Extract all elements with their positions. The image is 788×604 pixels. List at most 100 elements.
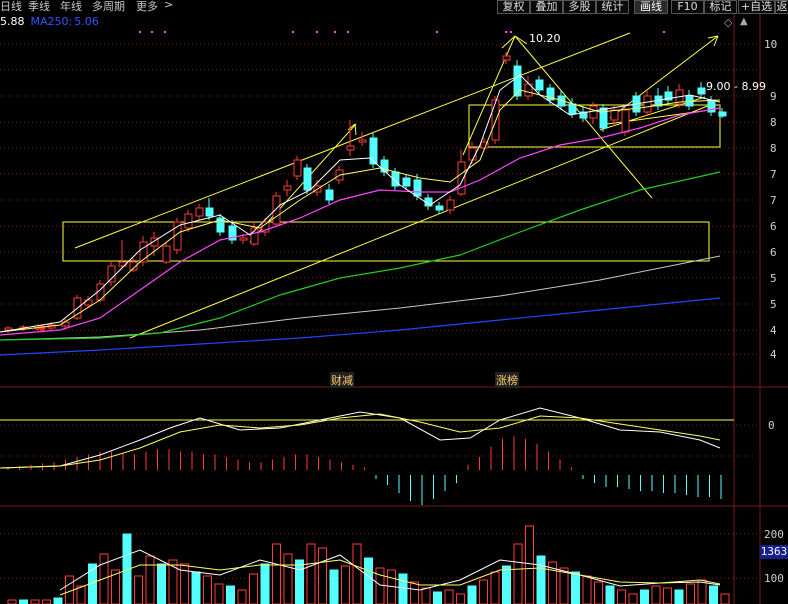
macd-tick-0: 0 <box>768 419 775 432</box>
candle-body <box>697 87 706 95</box>
volume-bar <box>628 593 638 604</box>
candle-body <box>195 207 204 217</box>
volume-tick-100: 100 <box>764 572 784 585</box>
candle-body <box>513 65 522 97</box>
candle-body <box>413 179 422 197</box>
candle-body <box>535 79 544 91</box>
price-tick-4b: 4 <box>770 348 777 361</box>
volume-bar <box>329 569 339 604</box>
price-tick-8a: 8 <box>770 116 777 129</box>
candle-body <box>184 213 193 229</box>
macd-dea-line <box>0 413 721 469</box>
volume-bar <box>686 583 695 604</box>
volume-bar <box>525 525 534 604</box>
candle-body <box>107 265 116 283</box>
volume-bar <box>375 567 385 604</box>
event-tag-caijian[interactable]: 财减 <box>330 372 354 388</box>
volume-bar <box>157 563 166 604</box>
price-tick-7a: 7 <box>770 168 777 181</box>
candle-body <box>369 137 378 165</box>
candlesticks[interactable] <box>4 52 727 333</box>
price-gridlines <box>0 43 760 579</box>
volume-bar <box>306 543 316 604</box>
ma60-line <box>0 171 721 341</box>
event-markers <box>139 31 665 33</box>
volume-bar <box>582 575 592 604</box>
price-tick-6a: 6 <box>770 220 777 233</box>
volume-bar <box>249 573 258 604</box>
candle-body <box>610 109 619 121</box>
ma250-line <box>0 297 721 356</box>
volume-bar <box>651 585 661 604</box>
volume-bar <box>341 565 350 604</box>
price-axis: 10 9 8 8 7 7 6 6 5 5 4 4 0 200 100 <box>764 38 784 585</box>
volume-bar <box>605 585 615 604</box>
diamond-icon[interactable]: ◇ <box>724 16 732 29</box>
volume-bar <box>272 543 281 604</box>
volume-bar <box>226 585 235 604</box>
peak-price-label: 10.20 <box>529 32 561 45</box>
candle-body <box>435 205 444 211</box>
candle-body <box>621 109 630 133</box>
volume-bar <box>640 589 649 604</box>
price-tick-6b: 6 <box>770 246 777 259</box>
volume-bar <box>145 555 155 604</box>
volume-bar <box>571 571 580 604</box>
volume-bar <box>410 581 419 604</box>
volume-bar <box>674 589 684 604</box>
volume-bar <box>433 591 442 604</box>
current-volume-badge: 1363 <box>760 545 788 559</box>
volume-bar <box>364 557 373 604</box>
support-zone-box[interactable] <box>62 221 710 262</box>
volume-bar <box>559 567 569 604</box>
volume-bar <box>421 587 431 604</box>
volume-bar <box>720 593 730 604</box>
candle-body <box>358 139 367 143</box>
candle-body <box>502 55 511 61</box>
volume-bar <box>513 543 523 604</box>
volume-tick-200: 200 <box>764 528 784 541</box>
price-tick-10: 10 <box>764 38 777 51</box>
candle-body <box>162 245 171 263</box>
volume-bar <box>444 589 454 604</box>
candle-body <box>239 237 248 241</box>
price-tick-9: 9 <box>770 90 777 103</box>
volume-bar <box>191 571 201 604</box>
volume-bar <box>134 575 143 604</box>
volume-bar <box>237 589 247 604</box>
volume-bar <box>398 573 408 604</box>
volume-bar <box>536 555 546 604</box>
price-tick-5b: 5 <box>770 298 777 311</box>
kline-chart[interactable]: 10 9 8 8 7 7 6 6 5 5 4 4 0 200 100 <box>0 0 788 604</box>
price-tick-8b: 8 <box>770 142 777 155</box>
volume-bar <box>283 553 293 604</box>
price-tick-5a: 5 <box>770 272 777 285</box>
volume-bar <box>617 589 626 604</box>
candle-body <box>303 167 312 191</box>
volume-bar <box>214 583 224 604</box>
scroll-up-icon[interactable]: ▲ <box>740 16 748 27</box>
event-tag-zhangbang[interactable]: 涨榜 <box>495 372 519 388</box>
volume-bar <box>697 579 707 604</box>
candle-body <box>589 105 598 119</box>
volume-bar <box>260 563 270 604</box>
candle-body <box>272 195 281 225</box>
candle-body <box>568 103 577 115</box>
candle-body <box>325 189 334 201</box>
volume-bar <box>203 575 212 604</box>
volume-bar <box>467 585 477 604</box>
candle-body <box>205 207 214 217</box>
volume-bar <box>42 599 51 604</box>
volume-bar <box>502 565 511 604</box>
volume-bar <box>7 599 17 604</box>
price-tick-7b: 7 <box>770 194 777 207</box>
volume-bars <box>7 525 730 604</box>
price-tick-4a: 4 <box>770 324 777 337</box>
volume-bar <box>709 585 718 604</box>
macd-histogram <box>7 436 722 505</box>
candle-body <box>718 111 727 117</box>
volume-bar <box>479 579 488 604</box>
macd-dif-line <box>0 407 721 469</box>
candle-body <box>643 95 652 113</box>
volume-bar <box>295 559 304 604</box>
